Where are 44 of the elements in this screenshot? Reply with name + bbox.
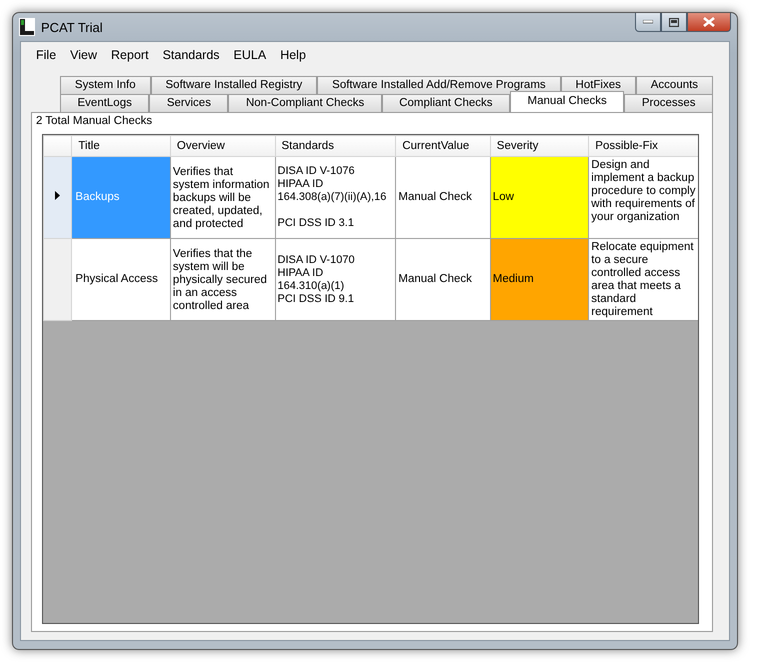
tab[interactable]: Manual Checks [510,91,624,112]
tab[interactable]: Services [149,94,228,112]
app-icon [19,18,35,36]
table-cell: Verifies that the system will be physically secured in an access controlled area [170,238,276,320]
minimize-button[interactable] [635,13,661,32]
table-cell: Design and implement a backup procedure to comply with requirements of your organization [588,156,698,238]
current-row-icon [55,191,60,200]
window-title: PCAT Trial [41,20,103,34]
column-header[interactable]: Possible-Fix [588,136,698,156]
tab[interactable]: Compliant Checks [382,94,510,112]
column-header[interactable]: Standards [275,136,396,156]
summary-text: 2 Total Manual Checks [35,114,154,129]
menu-item[interactable]: View [63,46,104,68]
table-cell: Medium [490,238,589,320]
table-cell: Low [490,156,589,238]
column-header[interactable]: Overview [170,136,276,156]
menu-item[interactable]: File [29,46,64,68]
menu-item[interactable]: Standards [156,46,227,68]
menu-item[interactable]: Report [104,46,156,68]
tab[interactable]: EventLogs [60,94,150,112]
table-cell: Manual Check [396,238,490,320]
tab[interactable]: Software Installed Registry [150,76,318,94]
table-cell: Backups [72,156,170,238]
maximize-button[interactable] [661,13,687,32]
tab[interactable]: System Info [60,76,151,94]
tab[interactable]: Processes [624,94,713,112]
menu-item[interactable]: Help [273,46,313,68]
table-cell: DISA ID V-1070 HIPAA ID 164.310(a)(1) PCI DSS ID 9.1 [275,238,396,320]
maximize-icon [669,18,679,26]
minimize-icon [643,20,653,24]
column-header[interactable]: Severity [490,136,589,156]
table-cell: Physical Access [72,238,170,320]
table-cell: Relocate equipment to a secure controlled access area that meets a standard requirement [588,238,698,320]
column-header[interactable]: Title [72,136,170,156]
table-cell: DISA ID V-1076 HIPAA ID 164.308(a)(7)(ii)(A),16 PCI DSS ID 3.1 [275,156,396,238]
close-button[interactable] [687,13,731,32]
tab[interactable]: Non-Compliant Checks [228,94,382,112]
tab[interactable]: Software Installed Add/Remove Programs [317,76,561,94]
menu-item[interactable]: EULA [226,46,274,68]
close-icon [703,17,715,27]
table-cell: Manual Check [396,156,490,238]
table-cell: Verifies that system information backups will be created, updated, and protected [170,156,276,238]
column-header[interactable]: CurrentValue [396,136,490,156]
tab[interactable]: Accounts [636,76,713,94]
